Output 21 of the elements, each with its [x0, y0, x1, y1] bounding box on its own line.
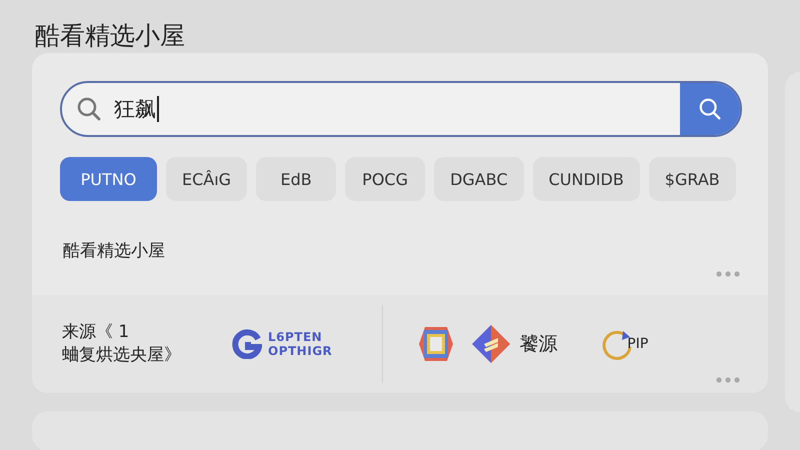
filter-chip[interactable]: ECÂıG — [166, 157, 248, 201]
filter-chip[interactable]: PUTNO — [60, 157, 157, 201]
filter-chip[interactable]: DGABC — [434, 157, 524, 201]
page-title: 酷看精选小屋 — [34, 20, 186, 52]
section-title: 酷看精选小屋 — [63, 240, 165, 262]
search-icon — [76, 96, 102, 122]
search-button[interactable] — [680, 83, 740, 135]
source-logo[interactable]: L6PTEN OPTHIGR — [232, 329, 332, 359]
source-caption: 来源《 1 — [62, 321, 130, 344]
more-icon[interactable] — [716, 271, 740, 277]
source-logo[interactable]: PIP — [601, 327, 648, 361]
search-field[interactable]: 狂飙 — [60, 81, 742, 137]
filter-chip[interactable]: EdB — [256, 157, 336, 201]
frame-logo-icon[interactable] — [417, 325, 456, 363]
source-logo[interactable]: 饕源 — [471, 324, 558, 364]
filter-chip[interactable]: CUNDIDB — [532, 157, 640, 201]
search-icon — [698, 97, 722, 121]
filter-chip[interactable]: $GRAB — [648, 157, 736, 201]
source-caption: 蛐复烘选央屋》 — [62, 344, 182, 367]
more-icon[interactable] — [716, 377, 740, 383]
filter-chip[interactable]: POCG — [345, 157, 426, 201]
